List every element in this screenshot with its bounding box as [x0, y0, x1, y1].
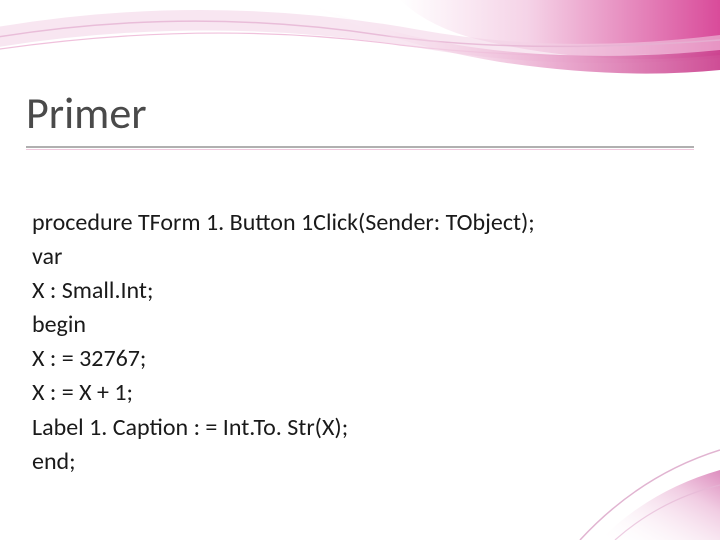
code-line: begin — [32, 310, 86, 339]
code-block: procedure TForm 1. Button 1Click(Sender:… — [26, 172, 694, 479]
slide-content: Primer procedure TForm 1. Button 1Click(… — [26, 86, 694, 479]
code-line: X : = X + 1; — [32, 378, 133, 407]
slide-title: Primer — [26, 86, 694, 140]
code-line: procedure TForm 1. Button 1Click(Sender:… — [32, 208, 535, 237]
code-line: X : = 32767; — [32, 344, 146, 373]
code-line: X : Small.Int; — [32, 276, 153, 305]
code-line: Label 1. Caption : = Int.To. Str(X); — [32, 413, 348, 442]
decorative-swoosh-top — [0, 0, 720, 100]
code-line: var — [32, 242, 62, 271]
code-line: end; — [32, 447, 76, 476]
title-underline — [26, 146, 694, 152]
